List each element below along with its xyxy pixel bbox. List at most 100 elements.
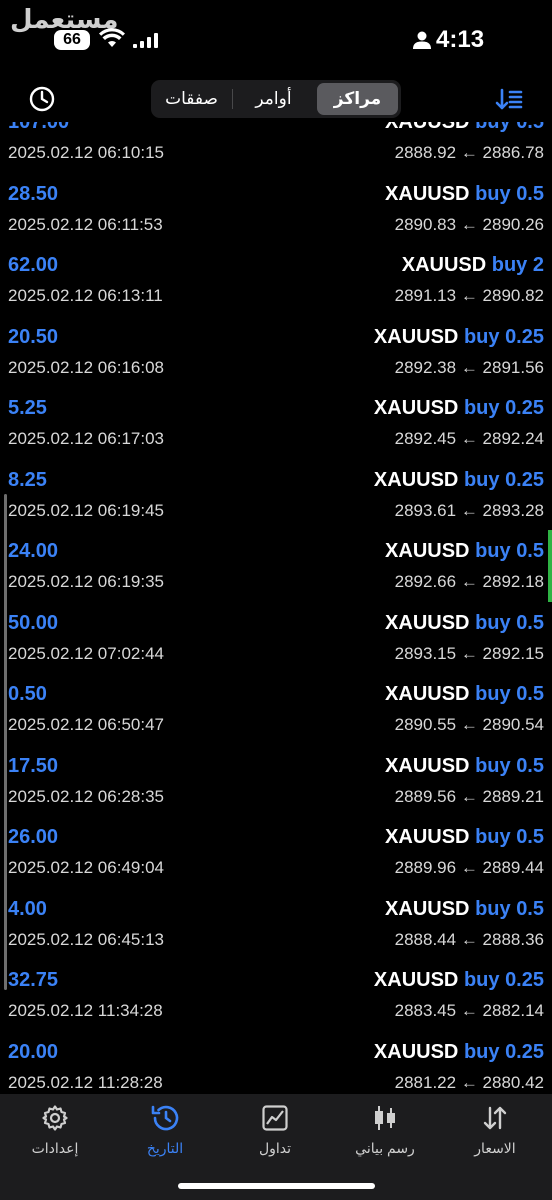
cellular-signal-icon [133,33,158,48]
tab-label: تداول [258,1140,292,1156]
position-volume: 0.25 [505,325,544,348]
position-symbol-line: XAUUSD buy 0.5 [385,826,544,849]
open-price: 2892.38 [394,357,457,377]
tab-trade[interactable]: تداول [220,1104,330,1157]
price-arrow: ← [460,429,478,448]
position-row[interactable]: 62.00 2025.02.12 06:13:11 XAUUSD buy 2 2891… [0,248,552,320]
current-price: 2890.82 [482,286,544,305]
position-profit: 28.50 [8,182,59,205]
segmented-control: صفقات أوامر مراكز [151,80,401,118]
position-symbol-line: XAUUSD buy 0.5 [385,183,544,206]
position-symbol-line: XAUUSD buy 0.5 [385,122,544,134]
position-direction: buy [475,540,511,562]
positions-list[interactable]: 107.00 2025.02.12 06:10:15 XAUUSD buy 0.5 2… [0,122,552,1092]
position-symbol-line: XAUUSD buy 0.25 [374,1041,544,1064]
tab-positions[interactable]: مراكز [317,83,398,115]
position-row[interactable]: 5.25 2025.02.12 06:17:03 XAUUSD buy 0.25 28… [0,391,552,463]
open-price: 2890.55 [394,715,457,734]
position-row[interactable]: 20.00 2025.02.12 11:28:28 XAUUSD buy 0.25 2… [0,1035,552,1093]
position-volume: 0.5 [516,182,544,205]
tab-label: إعدادات [31,1140,79,1156]
position-row[interactable]: 17.50 2025.02.12 06:28:35 XAUUSD buy 0.5 28… [0,749,552,821]
position-row[interactable]: 26.00 2025.02.12 06:49:04 XAUUSD buy 0.5 28… [0,820,552,892]
position-symbol-line: XAUUSD buy 0.5 [385,755,544,778]
open-price: 2892.45 [394,429,457,448]
history-clock-icon[interactable] [28,85,56,113]
position-open-time: 2025.02.12 06:13:11 [8,286,163,305]
position-row[interactable]: 20.50 2025.02.12 06:16:08 XAUUSD buy 0.25 2… [0,320,552,392]
open-price: 2892.66 [394,572,457,591]
position-row[interactable]: 4.00 2025.02.12 06:45:13 XAUUSD buy 0.5 288… [0,892,552,964]
sort-icon[interactable] [495,86,523,112]
position-row[interactable]: 8.25 2025.02.12 06:19:45 XAUUSD buy 0.25 28… [0,463,552,535]
current-price: 2893.28 [482,500,544,520]
position-symbol-line: XAUUSD buy 0.25 [374,397,544,420]
position-symbol: XAUUSD [385,826,470,848]
position-symbol: XAUUSD [385,754,470,777]
position-prices: 2892.66 ← 2892.18 [395,572,544,592]
position-symbol: XAUUSD [373,468,459,491]
current-price: 2889.44 [482,858,544,877]
price-arrow: ← [460,786,478,806]
position-profit: 50.00 [8,611,59,634]
open-price: 2881.22 [394,1072,457,1092]
position-symbol: XAUUSD [385,122,470,133]
position-open-time: 2025.02.12 06:28:35 [8,786,164,806]
position-prices: 2883.45 ← 2882.14 [395,1001,544,1021]
position-row[interactable]: 50.00 2025.02.12 07:02:44 XAUUSD buy 0.5 28… [0,606,552,678]
tab-orders[interactable]: أوامر [233,83,314,115]
position-row[interactable]: 32.75 2025.02.12 11:34:28 XAUUSD buy 0.25 2… [0,963,552,1035]
position-open-time: 2025.02.12 06:17:03 [8,429,164,448]
open-price: 2888.44 [394,929,457,949]
position-row[interactable]: 28.50 2025.02.12 06:11:53 XAUUSD buy 0.5 28… [0,177,552,249]
position-profit: 20.00 [8,1040,59,1063]
position-direction: buy [475,754,511,777]
tab-chart[interactable]: رسم بياني [330,1104,440,1157]
person-icon [413,31,431,49]
positions-list-content: 107.00 2025.02.12 06:10:15 XAUUSD buy 0.5 2… [0,122,552,1092]
position-open-time: 2025.02.12 06:49:04 [8,858,164,877]
gear-icon [42,1105,68,1131]
price-arrow: ← [460,214,478,234]
tab-history[interactable]: التاريخ [110,1104,220,1157]
open-price: 2893.15 [394,643,457,663]
position-symbol: XAUUSD [373,1040,459,1063]
position-prices: 2893.61 ← 2893.28 [395,501,544,521]
position-profit: 0.50 [8,683,47,705]
tab-quotes[interactable]: الاسعار [440,1104,550,1157]
trade-chart-icon [262,1105,288,1131]
position-volume: 0.5 [516,754,544,777]
position-volume: 0.5 [516,540,544,562]
position-row[interactable]: 107.00 2025.02.12 06:10:15 XAUUSD buy 0.5 2… [0,122,552,177]
tab-settings[interactable]: إعدادات [0,1104,110,1157]
position-profit: 107.00 [8,122,70,133]
price-arrow: ← [460,929,478,949]
position-row[interactable]: 0.50 2025.02.12 06:50:47 XAUUSD buy 0.5 289… [0,677,552,749]
position-open-time: 2025.02.12 06:11:53 [8,214,163,234]
scroll-indicator[interactable] [4,494,7,990]
price-arrow: ← [460,286,478,305]
tab-label: رسم بياني [355,1140,415,1156]
position-volume: 0.25 [505,468,544,491]
position-prices: 2889.96 ← 2889.44 [395,858,544,878]
position-direction: buy [491,254,528,276]
position-prices: 2889.56 ← 2889.21 [395,787,544,807]
position-volume: 2 [532,254,544,276]
position-prices: 2892.45 ← 2892.24 [395,429,544,449]
price-arrow: ← [460,858,478,877]
price-arrow: ← [460,500,478,520]
price-arrow: ← [460,715,478,734]
position-direction: buy [475,611,511,634]
status-time: 4:13 [436,26,485,53]
position-profit: 26.00 [8,826,59,848]
current-price: 2891.56 [482,357,544,377]
position-direction: buy [475,122,511,133]
position-row[interactable]: 24.00 2025.02.12 06:19:35 XAUUSD buy 0.5 28… [0,534,552,606]
tab-deals[interactable]: صفقات [151,83,232,115]
home-indicator[interactable] [178,1183,375,1189]
current-price: 2892.24 [482,429,544,448]
price-arrow: ← [460,1001,478,1020]
position-symbol: XAUUSD [373,969,459,991]
position-symbol: XAUUSD [385,540,470,562]
position-volume: 0.5 [516,122,544,133]
